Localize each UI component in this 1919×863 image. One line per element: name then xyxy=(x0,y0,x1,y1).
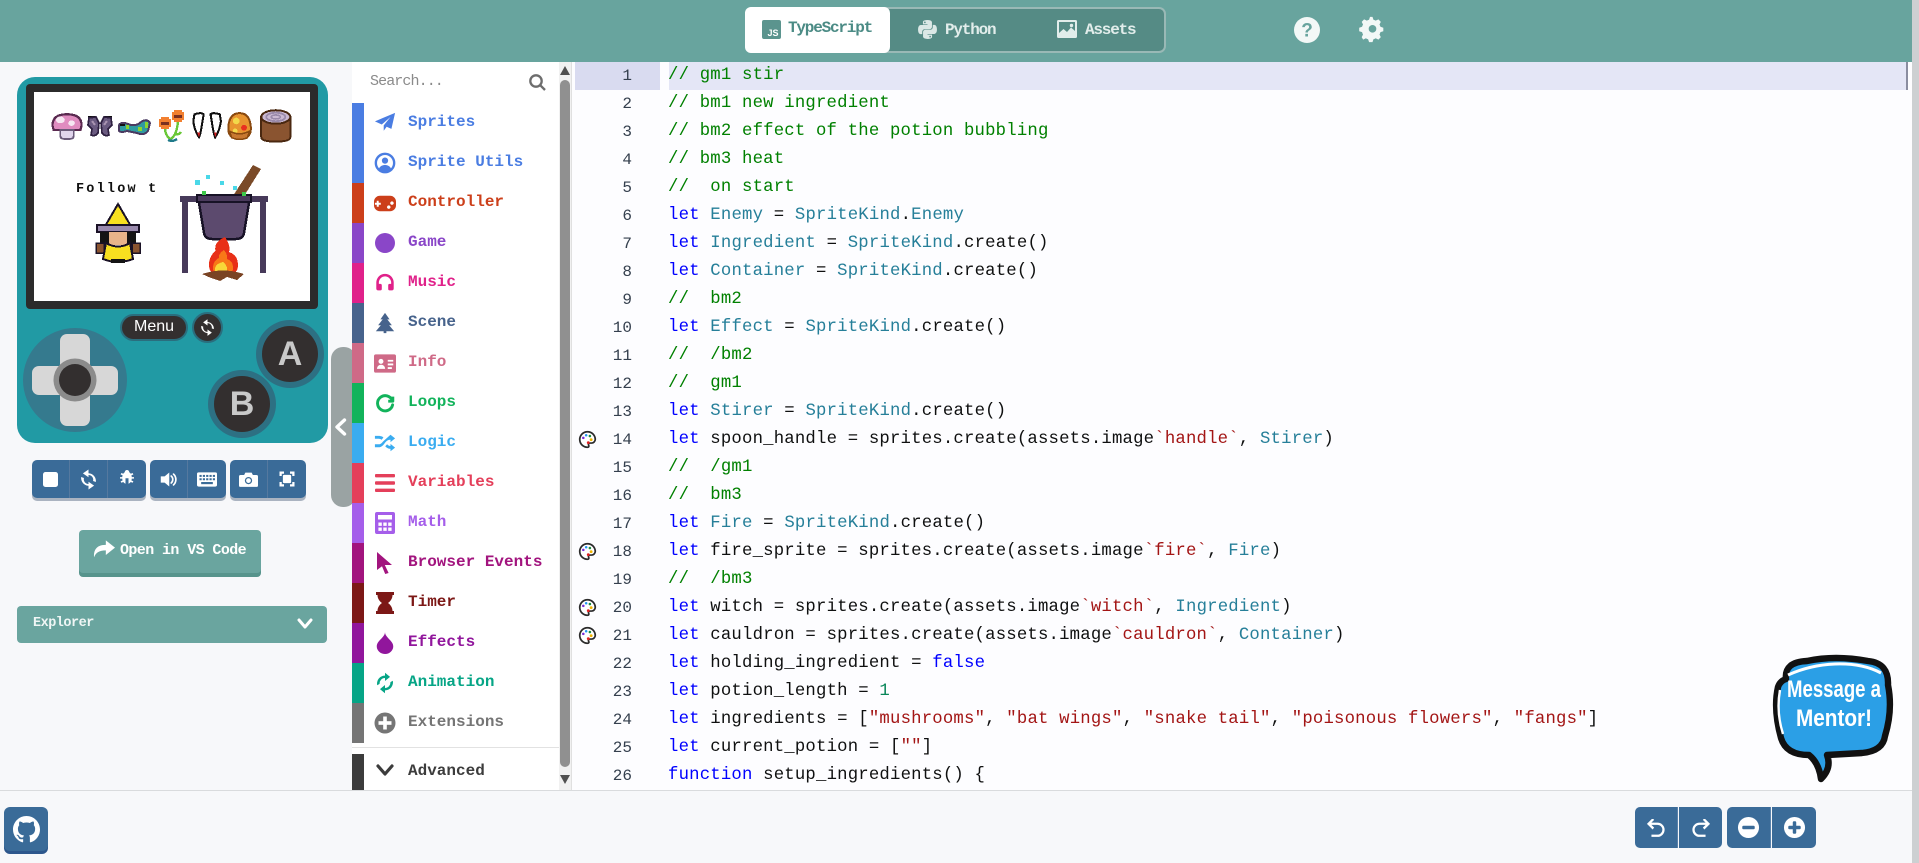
svg-text:Follow t: Follow t xyxy=(76,182,158,197)
svg-text:Message a: Message a xyxy=(1787,676,1882,703)
svg-text:Mentor!: Mentor! xyxy=(1796,705,1872,732)
svg-text:JS: JS xyxy=(767,28,778,38)
svg-text:?: ? xyxy=(1301,21,1313,42)
